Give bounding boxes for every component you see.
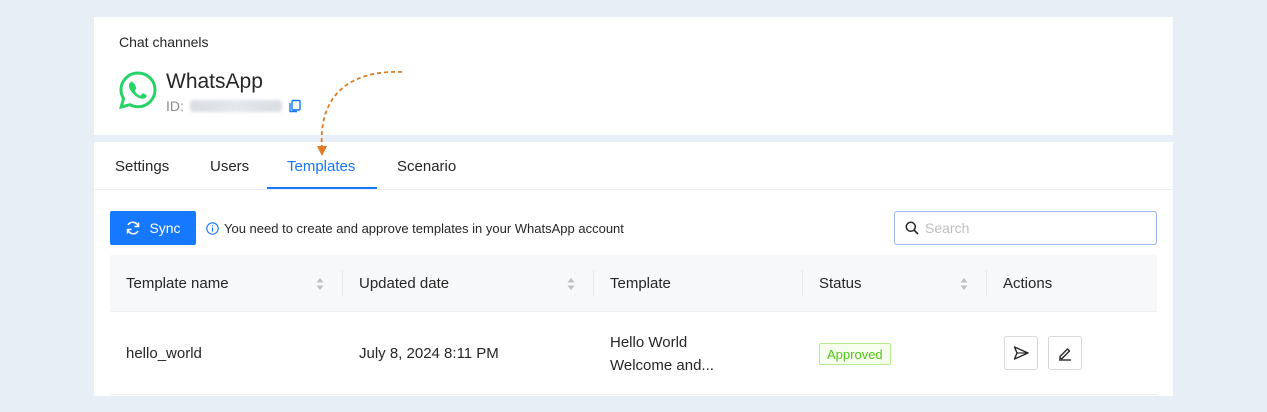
table-row: hello_world July 8, 2024 8:11 PM Hello W… bbox=[110, 313, 1157, 395]
column-divider bbox=[593, 270, 594, 296]
info-text: You need to create and approve templates… bbox=[224, 221, 624, 236]
column-divider bbox=[986, 270, 987, 296]
search-icon bbox=[905, 221, 919, 235]
sort-icon[interactable] bbox=[567, 277, 575, 291]
tab-templates[interactable]: Templates bbox=[287, 158, 355, 175]
active-tab-indicator bbox=[267, 187, 377, 189]
column-header-template-name[interactable]: Template name bbox=[126, 255, 229, 312]
column-divider bbox=[342, 270, 343, 296]
channel-header-card: Chat channels WhatsApp ID: 561253252694 bbox=[94, 17, 1173, 135]
whatsapp-icon bbox=[119, 71, 157, 110]
search-field[interactable] bbox=[894, 211, 1157, 245]
column-divider bbox=[802, 270, 803, 296]
sync-button[interactable]: Sync bbox=[110, 211, 196, 245]
cell-updated-date: July 8, 2024 8:11 PM bbox=[359, 345, 499, 362]
column-header-actions: Actions bbox=[1003, 275, 1053, 292]
sync-icon bbox=[127, 221, 140, 235]
tab-settings[interactable]: Settings bbox=[115, 158, 169, 175]
edit-button[interactable] bbox=[1048, 336, 1082, 370]
section-title: Chat channels bbox=[119, 34, 209, 50]
search-input[interactable] bbox=[925, 220, 1145, 236]
channel-id-value: 561253252694 bbox=[189, 100, 282, 112]
send-icon bbox=[1013, 346, 1029, 360]
cell-template-line1: Hello World bbox=[610, 334, 688, 351]
copy-icon[interactable] bbox=[288, 99, 302, 113]
tab-bar: Settings Users Templates Scenario bbox=[94, 142, 1173, 190]
info-message: You need to create and approve templates… bbox=[206, 221, 624, 236]
tab-users[interactable]: Users bbox=[210, 158, 249, 175]
channel-name: WhatsApp bbox=[166, 70, 263, 93]
column-header-updated-date[interactable]: Updated date bbox=[359, 255, 449, 312]
templates-panel: Settings Users Templates Scenario Sync Y… bbox=[94, 142, 1173, 396]
cell-template-name: hello_world bbox=[126, 345, 202, 362]
channel-id-label: ID: bbox=[166, 98, 184, 114]
edit-icon bbox=[1059, 348, 1071, 361]
status-badge: Approved bbox=[819, 343, 891, 365]
channel-id-row: ID: 561253252694 bbox=[166, 98, 302, 114]
cell-template-line2: Welcome and... bbox=[610, 357, 714, 374]
sort-icon[interactable] bbox=[960, 277, 968, 291]
sync-label: Sync bbox=[149, 220, 181, 236]
tab-scenario[interactable]: Scenario bbox=[397, 158, 456, 175]
column-header-template: Template bbox=[610, 275, 671, 292]
info-icon bbox=[206, 222, 219, 235]
sort-icon[interactable] bbox=[316, 277, 324, 291]
table-header: Template name Updated date Template Stat… bbox=[110, 255, 1157, 312]
send-button[interactable] bbox=[1004, 336, 1038, 370]
column-header-status[interactable]: Status bbox=[819, 255, 862, 312]
